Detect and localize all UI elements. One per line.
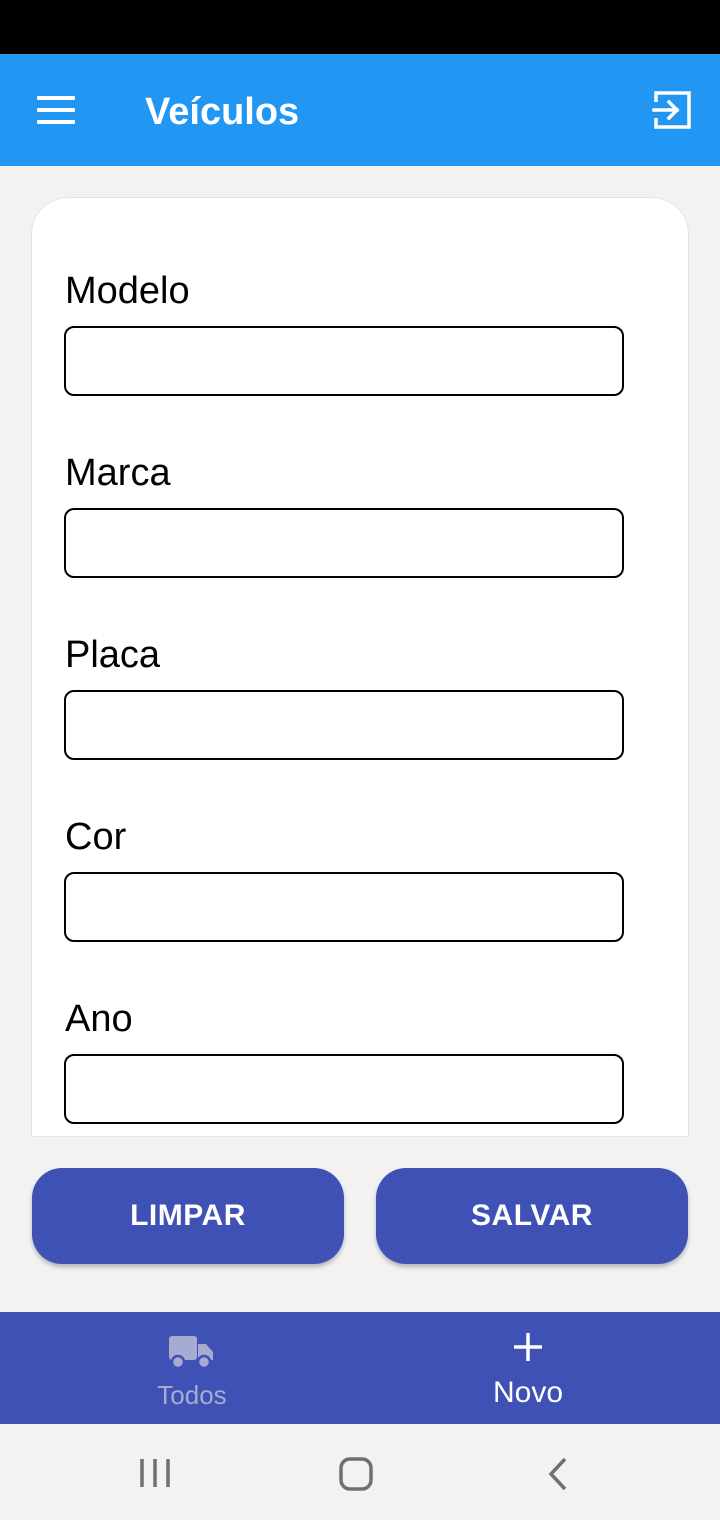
app-bar: Veículos: [0, 54, 720, 166]
clear-button[interactable]: LIMPAR: [32, 1168, 344, 1264]
ano-label: Ano: [65, 998, 133, 1040]
plus-icon: [514, 1333, 542, 1361]
nav-label-todos: Todos: [157, 1380, 227, 1410]
menu-icon[interactable]: [37, 96, 75, 124]
nav-label-novo: Novo: [492, 1376, 564, 1409]
system-navigation-bar: [0, 1424, 720, 1520]
cor-input[interactable]: [64, 872, 624, 942]
back-icon[interactable]: [546, 1456, 570, 1492]
ano-input[interactable]: [64, 1054, 624, 1124]
status-bar: [0, 0, 720, 54]
placa-label: Placa: [65, 634, 161, 676]
logout-icon[interactable]: [650, 90, 692, 130]
placa-input[interactable]: [64, 690, 624, 760]
nav-item-todos[interactable]: Todos: [12, 1312, 372, 1424]
home-icon[interactable]: [338, 1456, 374, 1492]
bottom-navigation: Todos Novo: [0, 1312, 720, 1424]
page-title: Veículos: [145, 91, 300, 133]
cor-label: Cor: [65, 816, 127, 858]
save-button[interactable]: SALVAR: [376, 1168, 688, 1264]
modelo-input[interactable]: [64, 326, 624, 396]
marca-input[interactable]: [64, 508, 624, 578]
modelo-label: Modelo: [65, 270, 190, 312]
vehicle-form-card: Modelo Marca Placa Cor Ano: [32, 198, 688, 1136]
marca-label: Marca: [65, 452, 171, 494]
nav-item-novo[interactable]: Novo: [348, 1312, 708, 1424]
truck-icon: [169, 1336, 213, 1370]
recent-apps-icon[interactable]: [138, 1458, 172, 1488]
